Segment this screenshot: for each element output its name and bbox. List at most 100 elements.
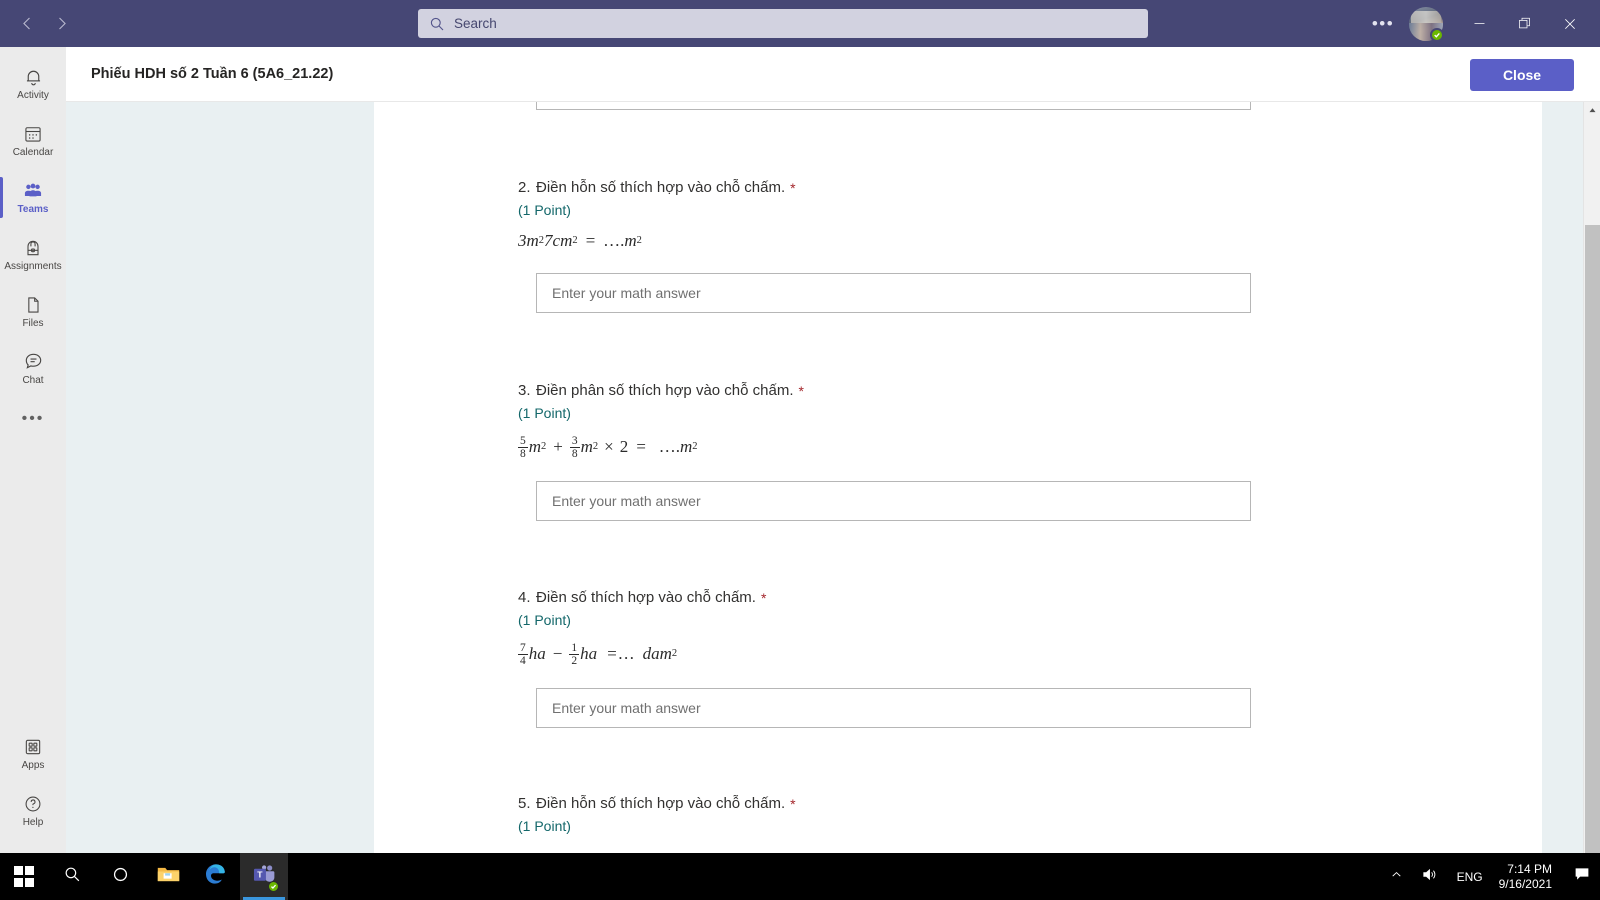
close-button[interactable]: Close xyxy=(1470,59,1574,91)
sidebar-item-label: Assignments xyxy=(4,260,62,272)
sidebar-item-label: Chat xyxy=(22,374,44,386)
teams-people-icon xyxy=(22,180,44,202)
fraction-numerator: 7 xyxy=(520,642,526,654)
question-math-expression: 3 m 2 7 cm 2 = …. m 2 xyxy=(518,231,642,250)
search-input[interactable]: Search xyxy=(418,9,1148,38)
svg-text:T: T xyxy=(257,869,263,879)
fraction-numerator: 3 xyxy=(571,435,578,447)
windows-logo-icon xyxy=(13,866,35,887)
file-icon xyxy=(23,294,43,316)
math-fraction-2: 3 8 xyxy=(569,435,580,460)
math-fraction-1: 5 8 xyxy=(518,435,528,460)
vertical-scrollbar[interactable] xyxy=(1583,102,1600,853)
question-points: (1 Point) xyxy=(518,405,571,421)
cortana-button[interactable] xyxy=(96,853,144,900)
fraction-numerator: 5 xyxy=(520,435,526,447)
math-equals: = xyxy=(606,643,618,663)
avatar[interactable] xyxy=(1409,6,1444,42)
math-answer-input[interactable]: Enter your math answer xyxy=(536,688,1251,728)
sidebar-item-chat[interactable]: Chat xyxy=(0,340,66,397)
forms-card: 2. Điền hỗn số thích hợp vào chỗ chấm. *… xyxy=(374,102,1542,853)
math-answer-input[interactable]: Enter your math answer xyxy=(536,273,1251,313)
answer-placeholder: Enter your math answer xyxy=(552,285,701,301)
math-equals: = xyxy=(635,436,647,456)
required-marker: * xyxy=(790,180,796,196)
math-unit-2: ha xyxy=(580,643,598,663)
sidebar-item-calendar[interactable]: Calendar xyxy=(0,112,66,169)
chat-bubble-icon xyxy=(23,351,44,373)
fraction-denominator: 2 xyxy=(569,654,580,667)
question-block-partial xyxy=(374,102,1542,110)
speaker-icon xyxy=(1421,866,1438,888)
notification-icon xyxy=(1573,865,1591,888)
settings-more-button[interactable]: ••• xyxy=(1365,7,1401,41)
sidebar-more-apps-button[interactable]: ••• xyxy=(0,397,66,441)
math-blank: …. xyxy=(603,231,625,250)
sidebar-item-assignments[interactable]: Assignments xyxy=(0,226,66,283)
math-operator-plus: + xyxy=(553,436,563,456)
search-bar[interactable]: Search xyxy=(418,9,1148,38)
question-block-5: 5. Điền hỗn số thích hợp vào chỗ chấm. *… xyxy=(374,794,1542,834)
sidebar-item-activity[interactable]: Activity xyxy=(0,55,66,112)
app-rail-sidebar: Activity Calendar Teams Assignments File… xyxy=(0,47,66,853)
back-button[interactable] xyxy=(10,7,44,41)
forward-button[interactable] xyxy=(44,7,78,41)
fraction-numerator: 1 xyxy=(571,642,578,654)
teams-taskbar-button[interactable]: T xyxy=(240,853,288,900)
clock[interactable]: 7:14 PM 9/16/2021 xyxy=(1493,862,1564,892)
start-button[interactable] xyxy=(0,853,48,900)
math-answer-input[interactable] xyxy=(536,102,1251,110)
form-scroll-area: 2. Điền hỗn số thích hợp vào chỗ chấm. *… xyxy=(66,102,1600,853)
volume-button[interactable] xyxy=(1412,853,1447,900)
sidebar-item-help[interactable]: Help xyxy=(0,782,66,839)
question-number: 5. xyxy=(518,795,531,812)
question-circle-icon xyxy=(23,793,43,815)
math-operator-minus: − xyxy=(552,643,563,663)
sidebar-item-label: Activity xyxy=(17,89,49,101)
sidebar-item-label: Calendar xyxy=(12,146,54,158)
math-unit-2: m xyxy=(580,436,593,456)
presence-available-icon xyxy=(1430,27,1444,42)
show-hidden-icons-button[interactable] xyxy=(1381,853,1412,900)
maximize-restore-button[interactable] xyxy=(1502,0,1547,47)
required-marker: * xyxy=(790,796,796,812)
math-answer-input[interactable]: Enter your math answer xyxy=(536,481,1251,521)
answer-placeholder: Enter your math answer xyxy=(552,700,701,716)
math-fraction-1: 7 4 xyxy=(518,642,528,667)
sidebar-item-label: Help xyxy=(22,816,44,828)
language-indicator[interactable]: ENG xyxy=(1447,870,1493,884)
system-tray: ENG 7:14 PM 9/16/2021 xyxy=(1381,853,1600,900)
math-unit-1: m xyxy=(528,436,542,456)
sidebar-item-label: Teams xyxy=(17,203,49,215)
question-heading: 4. Điền số thích hợp vào chỗ chấm. * xyxy=(518,588,1542,608)
math-term-b: 7 xyxy=(544,231,553,250)
math-unit-b: cm xyxy=(552,231,573,250)
close-window-button[interactable] xyxy=(1547,0,1592,47)
question-number: 2. xyxy=(518,179,531,196)
titlebar-right-controls: ••• xyxy=(1365,0,1600,47)
question-prompt: Điền hỗn số thích hợp vào chỗ chấm. xyxy=(536,795,786,812)
question-number: 4. xyxy=(518,589,531,606)
sidebar-item-apps[interactable]: Apps xyxy=(0,725,66,782)
action-center-button[interactable] xyxy=(1564,853,1600,900)
teams-presence-icon xyxy=(267,880,279,892)
file-explorer-button[interactable] xyxy=(144,853,192,900)
edge-button[interactable] xyxy=(192,853,240,900)
minimize-button[interactable] xyxy=(1457,0,1502,47)
scroll-up-arrow-icon[interactable] xyxy=(1584,102,1600,119)
math-result-unit: m xyxy=(624,231,637,250)
taskbar-search-button[interactable] xyxy=(48,853,96,900)
question-prompt: Điền số thích hợp vào chỗ chấm. xyxy=(536,589,756,606)
search-placeholder: Search xyxy=(454,16,497,31)
math-result-unit: dam xyxy=(642,643,672,663)
chevron-up-icon xyxy=(1390,868,1403,886)
apps-grid-icon xyxy=(23,736,43,758)
scrollbar-thumb[interactable] xyxy=(1585,225,1600,853)
math-blank: …. xyxy=(658,436,680,456)
rail-bottom-items: Apps Help xyxy=(0,725,66,853)
title-bar: Search ••• xyxy=(0,0,1600,47)
question-points: (1 Point) xyxy=(518,202,571,218)
sidebar-item-teams[interactable]: Teams xyxy=(0,169,66,226)
math-multiplier: 2 xyxy=(619,436,629,456)
sidebar-item-files[interactable]: Files xyxy=(0,283,66,340)
